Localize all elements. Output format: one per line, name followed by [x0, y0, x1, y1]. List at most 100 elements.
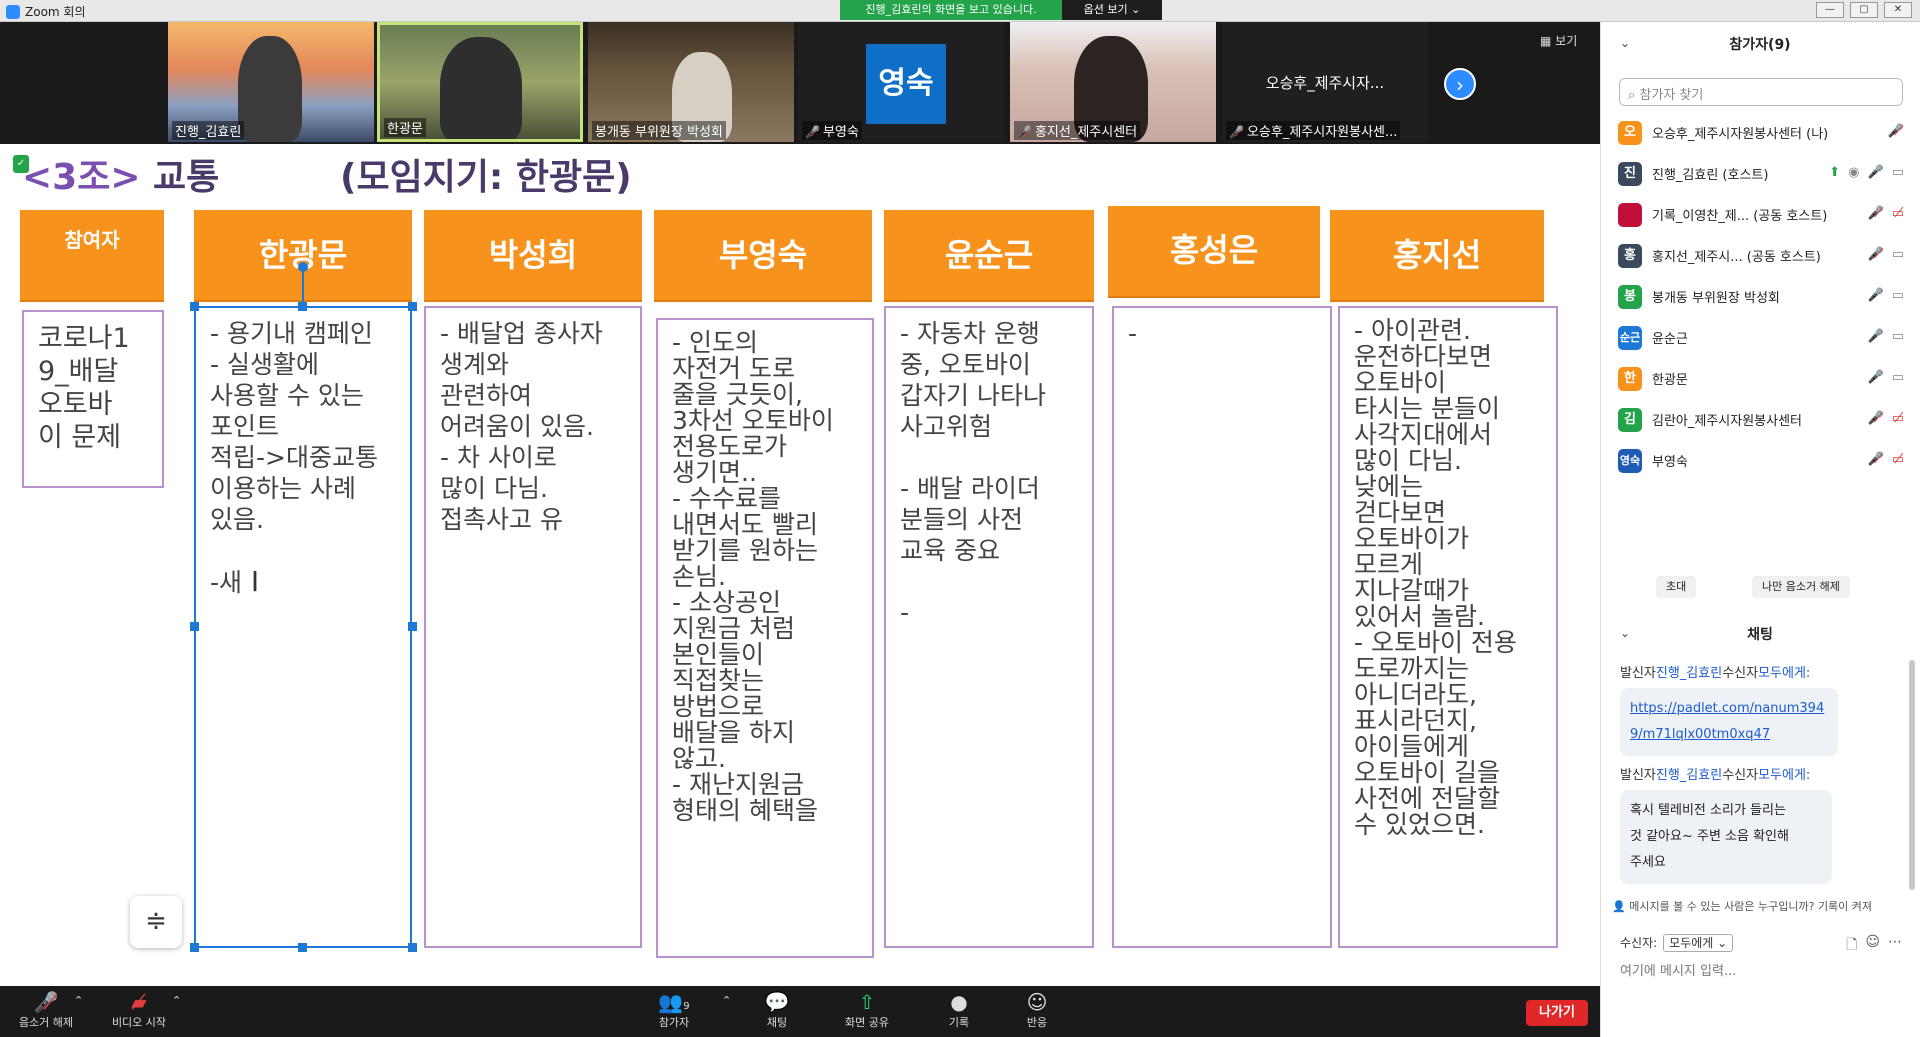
chat-privacy-note[interactable]: 👤 메시지를 볼 수 있는 사람은 누구입니까? 기록이 켜져 — [1612, 898, 1912, 914]
text-cell-editing[interactable]: - 용기내 캠페인 - 실생활에 사용할 수 있는 포인트 적립->대중교통 이… — [194, 306, 412, 948]
collapse-expand-button[interactable]: ≑ — [130, 896, 182, 948]
video-tile[interactable]: 오승후_제주시자... 🎤̸ 오승후_제주시자원봉사센... — [1222, 22, 1428, 142]
chat-button[interactable]: 💬 채팅 — [752, 990, 802, 1030]
recipient-prefix: 수신자 — [1722, 768, 1759, 783]
participants-label: 참가자 — [658, 1016, 690, 1029]
recipient-select[interactable]: 모두에게 ⌄ — [1663, 934, 1734, 952]
tile-name: 🎤̸ 오승후_제주시자원봉사센... — [1226, 121, 1401, 140]
participant-row[interactable]: 기록_이영찬_제... (공동 호스트) 🎤̸ ▭̸ — [1600, 194, 1920, 235]
window-title: Zoom 회의 — [25, 5, 86, 19]
chat-message-input[interactable]: 여기에 메시지 입력... — [1620, 960, 1736, 979]
chat-message: https://padlet.com/nanum394 9/m71lqlx00t… — [1620, 688, 1838, 756]
text-cell[interactable]: 코로나1 9_배달 오토바 이 문제 — [22, 310, 164, 488]
participant-row[interactable]: 봉 봉개동 부위원장 박성회 🎤 ▭ — [1600, 276, 1920, 317]
mic-muted-icon: 🎤̸ — [805, 125, 820, 139]
sender-name: 진행_김효린 — [1655, 666, 1723, 681]
leave-button[interactable]: 나가기 — [1526, 1000, 1588, 1026]
text-cell[interactable]: - 배달업 종사자 생계와 관련하여 어려움이 있음. - 차 사이로 많이 다… — [424, 306, 642, 948]
close-icon[interactable]: ✕ — [1884, 2, 1912, 18]
participant-status: 🎤 ▭ — [1868, 288, 1904, 303]
text-cell[interactable]: - 자동차 운행 중, 오토바이 갑자기 나타나 사고위험 - 배달 라이더 분… — [884, 306, 1094, 948]
avatar: 봉 — [1618, 284, 1642, 309]
participant-name: 오승후_제주시자원봉사센터 (나) — [1652, 127, 1829, 142]
more-icon[interactable]: ⋯ — [1888, 934, 1902, 958]
avatar: 영숙 — [866, 44, 946, 124]
invite-button[interactable]: 초대 — [1656, 576, 1697, 598]
text-cell[interactable]: - 아이관련. 운전하다보면 오토바이 타시는 분들이 사각지대에서 많이 다님… — [1338, 306, 1558, 948]
grid-icon: ▦ — [1540, 34, 1556, 48]
unmute-button[interactable]: 🎤̸ 음소거 해제 — [14, 990, 78, 1030]
participant-status: 🎤 ▭ — [1868, 329, 1904, 344]
video-icon: ▭ — [1891, 247, 1904, 262]
audio-options-caret-icon[interactable]: ⌃ — [74, 994, 83, 1007]
resize-handle[interactable] — [408, 622, 417, 631]
video-off-icon: ▰̸ — [131, 990, 147, 1014]
record-button[interactable]: ● 기록 — [934, 990, 984, 1030]
resize-handle[interactable] — [190, 622, 199, 631]
text-cell[interactable]: - — [1112, 306, 1332, 948]
participant-row[interactable]: 김 김란아_제주시자원봉사센터 🎤̸ ▭̸ — [1600, 399, 1920, 440]
next-page-button[interactable]: › — [1444, 68, 1476, 100]
video-off-icon: ▭̸ — [1891, 452, 1904, 467]
chat-label: 채팅 — [766, 1016, 788, 1029]
resize-handle[interactable] — [408, 302, 417, 311]
mic-icon: 🎤 — [1867, 370, 1884, 385]
maximize-icon[interactable]: ▢ — [1850, 2, 1878, 18]
participants-caret-icon[interactable]: ⌃ — [722, 994, 731, 1007]
video-tile[interactable]: 봉개동 부위원장 박성회 — [588, 22, 794, 142]
avatar: 영숙 — [1618, 448, 1642, 473]
participant-row[interactable]: 진 진행_김효린 (호스트) ⬆ ◉ 🎤 ▭ — [1600, 153, 1920, 194]
tile-name: 🎤̸ 부영숙 — [802, 121, 862, 140]
participants-button[interactable]: 👥9 참가자 — [644, 990, 704, 1030]
participant-search-input[interactable]: ⌕ 참가자 찾기 — [1619, 78, 1903, 106]
text-cell[interactable]: - 인도의 자전거 도로 줄을 긋듯이, 3차선 오토바이 전용도로가 생기면.… — [656, 318, 874, 958]
participant-row[interactable]: 순근 윤순근 🎤 ▭ — [1600, 317, 1920, 358]
tile-name: 진행_김효린 — [172, 121, 245, 140]
cell-text: - 용기내 캠페인 - 실생활에 사용할 수 있는 포인트 적립->대중교통 이… — [210, 319, 378, 597]
share-banner: 진행_김효린의 화면을 보고 있습니다. — [840, 0, 1062, 20]
video-icon: ▭ — [1891, 165, 1904, 180]
avatar: 순근 — [1618, 325, 1642, 350]
topic-label: 교통 — [153, 157, 220, 198]
gallery-view-button[interactable]: ▦ 보기 — [1540, 32, 1577, 49]
avatar: 한 — [1618, 366, 1642, 391]
minimize-icon[interactable]: — — [1816, 2, 1844, 18]
video-options-caret-icon[interactable]: ⌃ — [172, 994, 181, 1007]
chat-link[interactable]: https://padlet.com/nanum394 9/m71lqlx00t… — [1630, 701, 1824, 742]
start-video-button[interactable]: ▰̸ 비디오 시작 — [104, 990, 174, 1030]
search-icon: ⌕ — [1628, 88, 1640, 103]
share-screen-button[interactable]: ⇧ 화면 공유 — [834, 990, 900, 1030]
participant-status: 🎤̸ — [1888, 124, 1904, 139]
resize-handle[interactable] — [408, 943, 417, 952]
video-tile-active-speaker[interactable]: 한광문 — [377, 22, 583, 142]
resize-handle[interactable] — [190, 302, 199, 311]
participant-list: 오 오승후_제주시자원봉사센터 (나) 🎤̸ 진 진행_김효린 (호스트) ⬆ ◉… — [1600, 112, 1920, 481]
unmute-me-button[interactable]: 나만 음소거 해제 — [1752, 576, 1850, 598]
avatar: 오 — [1618, 120, 1642, 145]
participant-row[interactable]: 한 한광문 🎤 ▭ — [1600, 358, 1920, 399]
file-icon[interactable]: 🗋 — [1846, 934, 1857, 958]
video-tile[interactable]: 영숙 🎤̸ 부영숙 — [798, 22, 1004, 142]
recipient-name: 모두에게: — [1758, 768, 1811, 783]
participant-row[interactable]: 오 오승후_제주시자원봉사센터 (나) 🎤̸ — [1600, 112, 1920, 153]
view-options-button[interactable]: 옵션 보기 ⌄ — [1062, 0, 1162, 20]
participant-row[interactable]: 영숙 부영숙 🎤̸ ▭̸ — [1600, 440, 1920, 481]
participant-name: 윤순근 — [1652, 332, 1688, 347]
record-icon: ● — [950, 990, 968, 1014]
video-icon: ▭ — [1891, 370, 1904, 385]
column-header: 부영숙 — [654, 210, 872, 302]
reactions-button[interactable]: ☺ 반응 — [1012, 990, 1062, 1030]
participant-row[interactable]: 홍 홍지선_제주시... (공동 호스트) 🎤̸ ▭ — [1600, 235, 1920, 276]
mic-muted-icon: 🎤̸ — [1867, 247, 1884, 262]
video-tile[interactable]: 🎤̸ 홍지선_제주시센터 — [1010, 22, 1216, 142]
mic-muted-icon: 🎤̸ — [1867, 206, 1884, 221]
emoji-icon[interactable]: ☺ — [1865, 934, 1880, 958]
resize-handle[interactable] — [190, 943, 199, 952]
text-cursor-icon: I — [242, 565, 260, 598]
resize-handle[interactable] — [298, 943, 307, 952]
search-placeholder: 참가자 찾기 — [1639, 88, 1704, 103]
video-icon: ▭ — [1891, 329, 1904, 344]
video-tile[interactable]: 진행_김효린 — [168, 22, 374, 142]
reactions-label: 반응 — [1026, 1016, 1048, 1029]
chat-scrollbar[interactable] — [1909, 660, 1915, 890]
